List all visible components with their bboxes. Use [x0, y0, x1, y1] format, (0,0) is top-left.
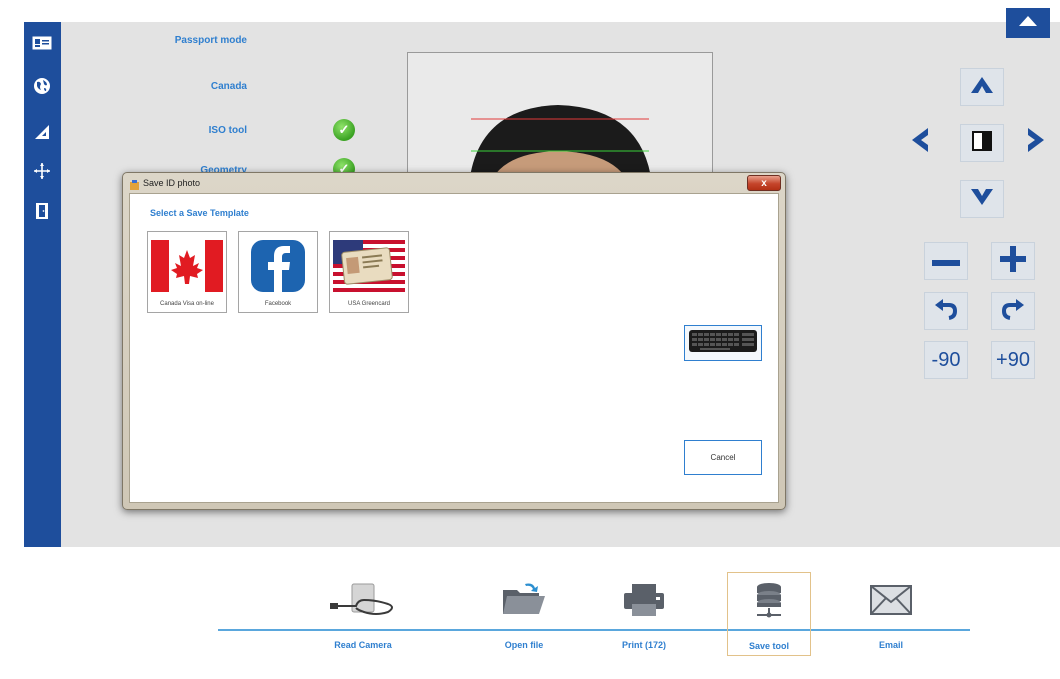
left-toolbar: [24, 22, 61, 547]
usa-greencard-icon: [333, 236, 405, 296]
rotate-ccw-icon: [934, 297, 958, 326]
save-id-photo-dialog: Save ID photo x Select a Save Template C…: [122, 172, 786, 510]
arrow-right-icon: [1027, 127, 1045, 158]
contrast-icon: [972, 130, 992, 156]
read-camera-label: Read Camera: [334, 640, 392, 650]
arrow-down-icon: [970, 188, 994, 211]
close-button[interactable]: x: [747, 175, 781, 191]
rotate-plus-90-button[interactable]: +90: [991, 341, 1035, 379]
rotate-cw-icon: [1001, 297, 1025, 326]
rotate-right-button[interactable]: [991, 292, 1035, 330]
save-tool-button[interactable]: Save tool: [727, 572, 811, 656]
check-icon: ✓: [333, 119, 355, 141]
zoom-in-button[interactable]: [991, 242, 1035, 280]
database-icon: [728, 577, 810, 625]
print-button[interactable]: Print (172): [603, 572, 685, 654]
close-icon: x: [761, 177, 767, 189]
arrow-up-icon: [970, 76, 994, 99]
contrast-toggle-button[interactable]: [960, 124, 1004, 162]
dialog-body: Select a Save Template Canada Visa on-li…: [129, 193, 779, 503]
email-button[interactable]: Email: [850, 572, 932, 654]
keyboard-icon: [688, 328, 758, 359]
print-label: Print (172): [621, 640, 666, 650]
chevron-up-icon: [1017, 14, 1039, 33]
save-tool-label: Save tool: [748, 641, 789, 651]
select-template-label: Select a Save Template: [150, 208, 249, 218]
zoom-out-button[interactable]: [924, 242, 968, 280]
move-down-button[interactable]: [960, 180, 1004, 218]
template-caption: Canada Visa on-line: [160, 301, 214, 307]
iso-tool-label: ISO tool: [208, 125, 247, 136]
keyboard-button[interactable]: [684, 325, 762, 361]
passport-mode-label: Passport mode: [174, 35, 247, 46]
app-icon: [129, 178, 140, 190]
printer-icon: [603, 576, 685, 624]
rotate-left-button[interactable]: [924, 292, 968, 330]
minus-icon: [932, 251, 960, 272]
move-right-button[interactable]: [1018, 124, 1054, 160]
country-label: Canada: [210, 81, 247, 92]
rotate-minus-90-button[interactable]: -90: [924, 341, 968, 379]
template-caption: Facebook: [264, 301, 292, 307]
open-file-label: Open file: [504, 640, 544, 650]
envelope-icon: [850, 576, 932, 624]
door-icon[interactable]: [31, 200, 53, 222]
arrow-left-icon: [911, 127, 929, 158]
template-usa-greencard[interactable]: USA Greencard: [329, 231, 409, 313]
template-caption: USA Greencard: [347, 301, 391, 307]
open-file-button[interactable]: Open file: [483, 572, 565, 654]
cancel-button[interactable]: Cancel: [684, 440, 762, 475]
email-label: Email: [878, 640, 903, 650]
collapse-tab[interactable]: [1006, 8, 1050, 38]
canada-flag-icon: [151, 236, 223, 296]
read-camera-button[interactable]: Read Camera: [322, 572, 404, 654]
plus-icon: [1000, 245, 1026, 277]
template-canada-visa[interactable]: Canada Visa on-line: [147, 231, 227, 313]
camera-cable-icon: [322, 576, 404, 624]
dialog-title: Save ID photo: [143, 178, 201, 188]
move-left-button[interactable]: [899, 124, 941, 160]
app-window: Passport mode Canada ISO tool ✓ Geometry…: [0, 0, 1060, 679]
move-up-button[interactable]: [960, 68, 1004, 106]
facebook-icon: [242, 236, 314, 296]
template-facebook[interactable]: Facebook: [238, 231, 318, 313]
open-folder-icon: [483, 576, 565, 624]
